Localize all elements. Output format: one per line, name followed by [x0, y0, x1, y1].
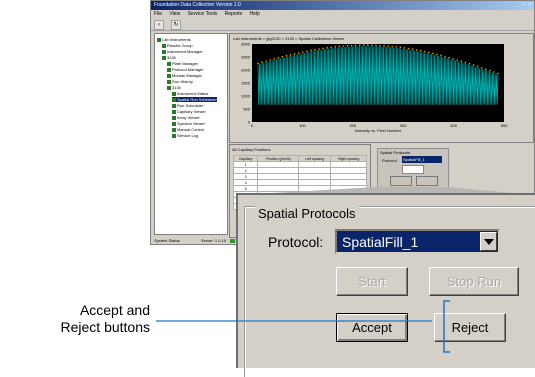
callout-line-2: Reject buttons: [60, 319, 151, 335]
callout-label: Accept and Reject buttons: [0, 302, 151, 336]
callout-bracket: [443, 300, 450, 353]
callout-line-1: Accept and: [79, 302, 150, 318]
